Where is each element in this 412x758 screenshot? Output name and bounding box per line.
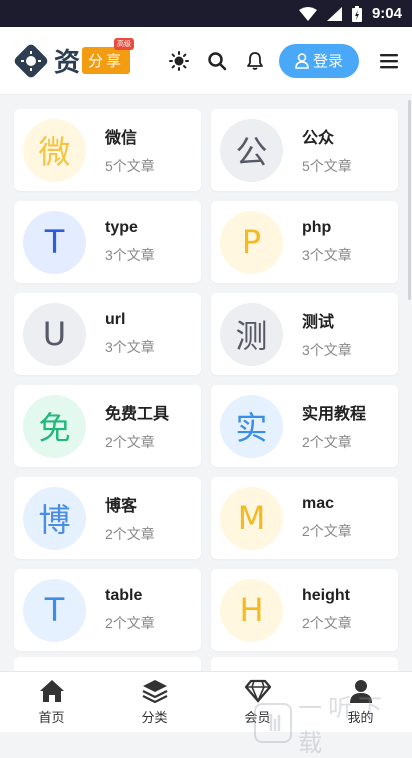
user-outline-icon [295,52,309,69]
layers-icon [142,678,168,704]
category-title: height [302,587,350,604]
logo-diamond-icon [12,42,50,80]
logo[interactable]: 资 分享 高级 [12,38,157,80]
watermark-text: 一听下载 [298,695,389,757]
category-grid: 微微信 5个文章公公众 5个文章 Ttype 3个文章 Pphp 3个文章 Uurl 3个文章测… [14,109,398,651]
search-icon[interactable] [207,51,227,71]
login-label: 登录 [312,53,343,70]
category-card[interactable]: Mmac 2个文章 [211,477,398,559]
home-icon [39,678,65,704]
category-avatar: 博 [23,486,86,550]
category-article-count: 3个文章 [302,342,352,358]
wifi-icon [298,6,317,21]
category-avatar: T [23,578,86,642]
category-card[interactable]: 免 免费工具 2个文章 [14,385,201,467]
category-title: mac [302,495,335,512]
category-avatar: 公 [220,118,283,182]
category-avatar: 微 [23,118,86,182]
logo-tag: 分享 高级 [82,38,135,74]
category-card[interactable]: Pphp 3个文章 [211,201,398,283]
logo-mini-badge: 高级 [114,38,135,50]
scrollbar[interactable] [408,100,411,300]
logo-main-text: 资 [54,48,81,78]
category-article-count: 2个文章 [105,526,155,542]
category-article-count: 2个文章 [105,434,155,450]
category-avatar: M [220,486,283,550]
menu-icon[interactable] [378,50,400,72]
category-title: php [302,219,332,236]
nav-home[interactable]: 首页 [0,672,103,732]
category-article-count: 3个文章 [105,247,155,263]
theme-toggle-icon[interactable] [169,50,189,71]
category-avatar: P [220,210,283,274]
category-card[interactable]: Ttable 2个文章 [14,569,201,651]
category-card[interactable]: 博 博客 2个文章 [14,477,201,559]
category-avatar: H [220,578,283,642]
status-bar: 9:04 [0,0,412,27]
category-card[interactable]: 微 微信 5个文章 [14,109,201,191]
category-title: 免费工具 [105,406,170,423]
watermark: 一听下载 [254,688,412,758]
category-card[interactable]: 实 实用教程 2个文章 [211,385,398,467]
category-avatar: 免 [23,394,86,458]
category-title: 博客 [105,498,138,515]
category-article-count: 5个文章 [302,158,352,174]
clock: 9:04 [371,5,402,22]
category-title: url [105,311,126,328]
category-avatar: 测 [220,302,283,366]
category-title: 微信 [105,130,138,147]
category-article-count: 3个文章 [302,247,352,263]
category-avatar: T [23,210,86,274]
app-header: 资 分享 高级 登录 [0,27,412,95]
category-avatar: 实 [220,394,283,458]
watermark-logo-icon [254,703,293,743]
category-title: 测试 [302,314,335,331]
category-title: 实用教程 [302,406,367,423]
category-article-count: 2个文章 [302,615,352,631]
category-avatar: U [23,302,86,366]
signal-icon [326,6,342,21]
category-card[interactable]: Uurl 3个文章 [14,293,201,375]
category-title: type [105,219,138,236]
category-title: table [105,587,143,604]
bell-icon[interactable] [245,51,265,71]
category-article-count: 5个文章 [105,158,155,174]
category-card[interactable]: 测 测试 3个文章 [211,293,398,375]
category-article-count: 2个文章 [105,615,155,631]
category-article-count: 2个文章 [302,523,352,539]
nav-categories[interactable]: 分类 [103,672,206,732]
category-title: 公众 [302,130,335,147]
login-button[interactable]: 登录 [279,43,359,78]
category-article-count: 3个文章 [105,339,155,355]
nav-home-label: 首页 [38,710,65,725]
nav-categories-label: 分类 [141,710,168,725]
category-article-count: 2个文章 [302,434,352,450]
battery-icon [351,5,362,22]
category-card[interactable]: 公 公众 5个文章 [211,109,398,191]
category-card[interactable]: Ttype 3个文章 [14,201,201,283]
category-card[interactable]: Hheight 2个文章 [211,569,398,651]
